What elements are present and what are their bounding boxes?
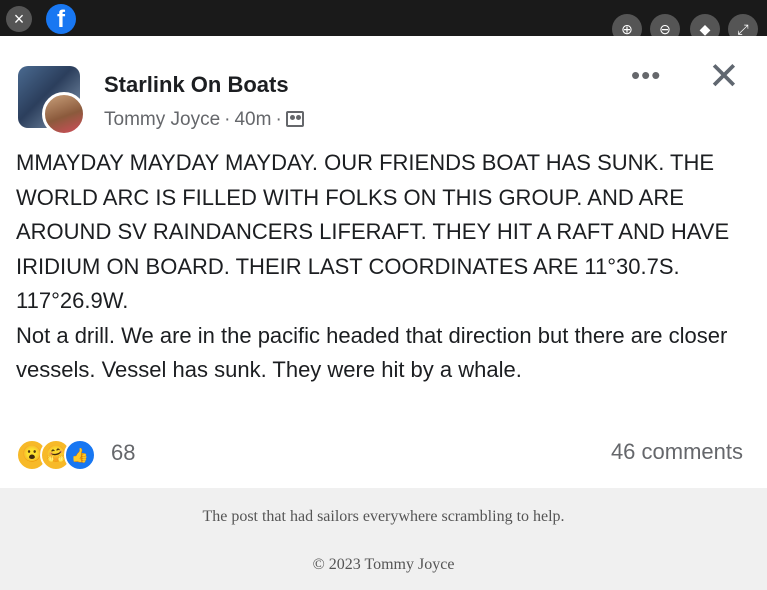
copyright-credit: © 2023 Tommy Joyce bbox=[312, 556, 455, 573]
group-name[interactable]: Starlink On Boats bbox=[104, 72, 289, 98]
close-icon[interactable]: × bbox=[6, 6, 32, 32]
post-paragraph: Not a drill. We are in the pacific heade… bbox=[16, 322, 728, 383]
post-time[interactable]: 40m bbox=[234, 109, 271, 130]
post-card: Starlink On Boats Tommy Joyce · 40m · ••• ✕… bbox=[0, 36, 767, 488]
viewer-toolbar: × f ⊕ ⊖ ◆ ⤢ bbox=[0, 0, 767, 44]
author-name[interactable]: Tommy Joyce bbox=[104, 109, 220, 130]
more-options-icon[interactable]: ••• bbox=[631, 60, 661, 91]
meta-separator: · bbox=[275, 109, 282, 130]
post-body: MMAYDAY MAYDAY MAYDAY. OUR FRIENDS BOAT … bbox=[16, 146, 754, 388]
like-reaction-icon: 👍 bbox=[64, 439, 96, 471]
post-avatars[interactable] bbox=[18, 66, 88, 136]
meta-separator: · bbox=[224, 109, 231, 130]
post-meta: Tommy Joyce · 40m · bbox=[104, 109, 304, 131]
post-paragraph: MMAYDAY MAYDAY MAYDAY. OUR FRIENDS BOAT … bbox=[16, 150, 730, 313]
facebook-logo-icon[interactable]: f bbox=[46, 4, 76, 34]
image-caption: The post that had sailors everywhere scr… bbox=[202, 508, 565, 525]
group-privacy-icon bbox=[285, 111, 304, 127]
author-avatar[interactable] bbox=[42, 92, 86, 136]
comments-count[interactable]: 46 comments bbox=[611, 439, 743, 465]
reaction-count[interactable]: 68 bbox=[111, 440, 135, 466]
close-post-icon[interactable]: ✕ bbox=[708, 58, 740, 96]
